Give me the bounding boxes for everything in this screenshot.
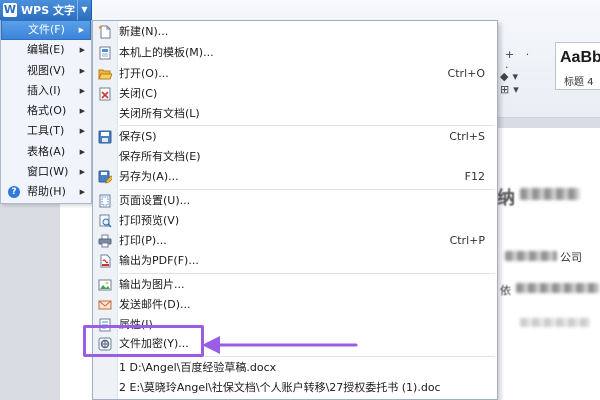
submenu-arrow-icon: ▶	[79, 188, 85, 197]
menu-item-label: 新建(N)...	[119, 25, 169, 38]
menu-separator	[119, 273, 495, 274]
file-menu-templates[interactable]: 本机上的模板(M)...	[93, 43, 497, 63]
menu-item-label: 打印预览(V)	[119, 214, 180, 227]
file-menu-export-image[interactable]: 输出为图片...	[93, 275, 497, 295]
blurred-text-line	[520, 318, 590, 327]
file-menu-print-preview[interactable]: 打印预览(V)	[93, 211, 497, 231]
menu-separator	[119, 189, 495, 190]
menu-item-label: 页面设置(U)...	[119, 194, 191, 207]
highlight-box	[83, 325, 204, 357]
menu-item-label: 视图(V)	[27, 63, 66, 77]
file-menu-print[interactable]: 打印(P)... Ctrl+P	[93, 231, 497, 251]
menu-item-label: 另存为(A)...	[119, 170, 179, 183]
menu-item-label: 文件(F)	[28, 23, 65, 36]
menu-separator	[119, 125, 495, 126]
blurred-text-line	[516, 283, 600, 293]
fill-color-button[interactable]: ◆▾ ⊞▾	[500, 70, 552, 96]
export-image-icon	[98, 278, 112, 292]
menu-item-label: 关闭所有文档(L)	[119, 107, 200, 120]
annotation-arrow	[202, 336, 358, 354]
menu-item-view[interactable]: 视图(V) ▶	[1, 61, 91, 81]
menu-item-label: 保存(S)	[119, 130, 157, 143]
close-doc-icon	[98, 87, 112, 101]
arrow-head	[202, 336, 220, 354]
submenu-arrow-icon: ▶	[79, 46, 85, 55]
pdf-icon	[98, 254, 112, 268]
menu-item-label: 格式(O)	[27, 104, 67, 118]
menu-item-help[interactable]: ? 帮助(H) ▶	[1, 182, 91, 202]
help-icon: ?	[8, 186, 20, 199]
file-menu-export-pdf[interactable]: 输出为PDF(F)...	[93, 251, 497, 271]
menu-item-label: 保存所有文档(E)	[119, 150, 201, 163]
open-folder-icon	[98, 67, 113, 81]
menu-item-edit[interactable]: 编辑(E) ▶	[1, 40, 91, 60]
print-icon	[98, 234, 112, 248]
page-setup-icon	[98, 194, 112, 208]
file-menu-close-all[interactable]: 关闭所有文档(L)	[93, 104, 497, 124]
submenu-arrow-icon: ▶	[79, 147, 85, 156]
template-icon	[98, 46, 112, 60]
recent-file-2[interactable]: 2 E:\莫晓玲Angel\社保文档\个人账户转移\27授权委托书 (1).do…	[93, 378, 497, 398]
menu-item-label: 本机上的模板(M)...	[119, 46, 214, 59]
save-icon	[98, 130, 112, 144]
new-doc-icon	[98, 25, 112, 39]
save-as-icon	[98, 170, 114, 184]
document-company-fragment: 公司	[560, 251, 582, 264]
wps-logo-icon: W	[3, 3, 17, 17]
file-menu-save-all[interactable]: 保存所有文档(E)	[93, 147, 497, 167]
blurred-heading-tail	[520, 188, 580, 200]
menu-item-format[interactable]: 格式(O) ▶	[1, 101, 91, 121]
file-menu-save[interactable]: 保存(S) Ctrl+S	[93, 127, 497, 147]
menu-item-file[interactable]: 文件(F) ▶	[1, 20, 91, 41]
file-menu-new[interactable]: 新建(N)...	[93, 22, 497, 42]
submenu-arrow-icon: ▶	[79, 66, 85, 75]
file-menu-save-as[interactable]: 另存为(A)... F12	[93, 167, 497, 187]
menu-item-label: 输出为PDF(F)...	[119, 254, 199, 267]
submenu-arrow-icon: ▶	[79, 127, 85, 136]
menu-item-label: 打印(P)...	[119, 234, 167, 247]
style-sample-text: AaBbC	[560, 49, 600, 66]
style-name-label: 标题 4	[564, 77, 594, 88]
recent-file-label: 2 E:\莫晓玲Angel\社保文档\个人账户转移\27授权委托书 (1).do…	[119, 381, 441, 394]
menu-item-insert[interactable]: 插入(I) ▶	[1, 81, 91, 101]
app-title: WPS 文字	[21, 4, 75, 17]
font-size-controls[interactable]: + · ·	[505, 48, 547, 74]
wps-app-button[interactable]: W WPS 文字 ▼	[0, 0, 92, 20]
menu-item-label: 关闭(C)	[119, 87, 158, 100]
submenu-arrow-icon: ▶	[79, 107, 85, 116]
chevron-down-icon[interactable]: ▼	[77, 0, 91, 20]
menu-item-table[interactable]: 表格(A) ▶	[1, 142, 91, 162]
menu-item-label: 输出为图片...	[119, 278, 185, 291]
menu-item-window[interactable]: 窗口(W) ▶	[1, 162, 91, 182]
print-preview-icon	[98, 214, 112, 228]
shortcut-label: Ctrl+P	[449, 234, 485, 247]
menu-item-label: 表格(A)	[27, 144, 66, 158]
menu-item-label: 插入(I)	[27, 83, 61, 97]
shortcut-label: F12	[464, 170, 485, 183]
document-line-fragment: 依	[500, 284, 511, 297]
submenu-arrow-icon: ▶	[78, 26, 84, 34]
file-menu-send-mail[interactable]: 发送邮件(D)...	[93, 295, 497, 315]
style-gallery[interactable]: AaBbC 标题 4	[555, 42, 600, 90]
menu-item-label: 工具(T)	[27, 124, 65, 138]
menu-item-label: 窗口(W)	[27, 165, 69, 179]
menu-item-label: 打开(O)...	[119, 67, 169, 80]
submenu-arrow-icon: ▶	[79, 86, 85, 95]
menu-item-label: 发送邮件(D)...	[119, 298, 191, 311]
shortcut-label: Ctrl+O	[447, 67, 485, 80]
document-heading-fragment: 纳	[497, 188, 515, 209]
file-menu-page-setup[interactable]: 页面设置(U)...	[93, 191, 497, 211]
submenu-arrow-icon: ▶	[79, 168, 85, 177]
file-menu-open[interactable]: 打开(O)... Ctrl+O	[93, 64, 497, 84]
blurred-text-line	[505, 251, 557, 261]
menu-item-label: 编辑(E)	[27, 43, 65, 57]
file-menu-close[interactable]: 关闭(C)	[93, 84, 497, 104]
mail-icon	[98, 298, 112, 312]
shortcut-label: Ctrl+S	[449, 130, 485, 143]
app-menu: 文件(F) ▶ 编辑(E) ▶ 视图(V) ▶ 插入(I) ▶ 格式(O) ▶ …	[0, 20, 92, 204]
menu-item-label: 帮助(H)	[27, 185, 66, 199]
menu-item-tools[interactable]: 工具(T) ▶	[1, 121, 91, 141]
